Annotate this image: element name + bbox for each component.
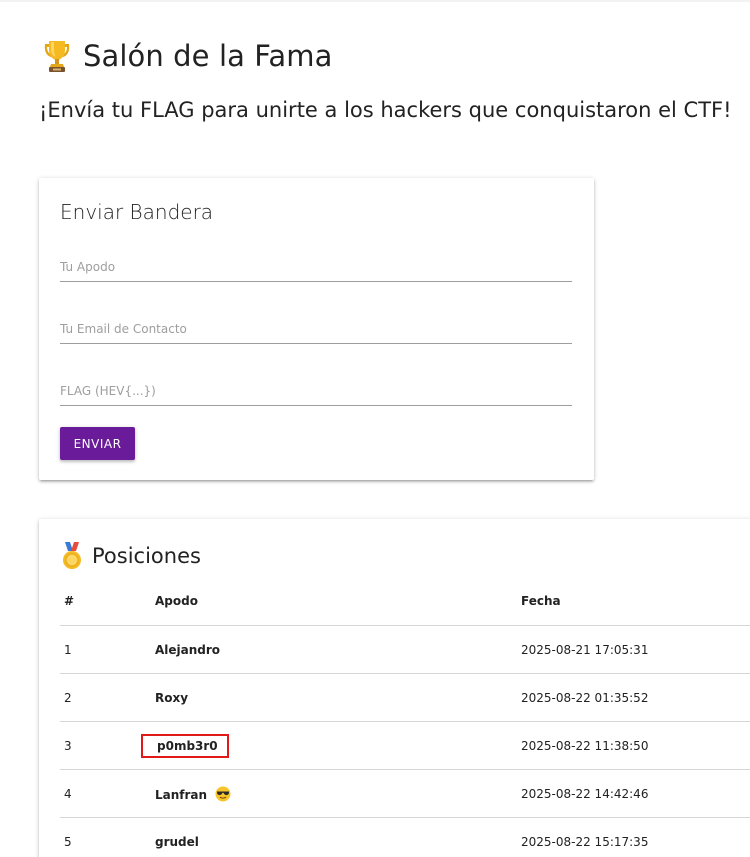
table-row: 3 p0mb3r0 2025-08-22 11:38:50 bbox=[60, 721, 750, 770]
column-header-nickname: Apodo bbox=[155, 577, 521, 626]
form-title: Enviar Bandera bbox=[60, 200, 214, 224]
rankings-title: Posiciones bbox=[92, 544, 201, 568]
sunglasses-emoji-icon bbox=[215, 786, 231, 802]
nickname-input[interactable] bbox=[60, 253, 572, 282]
row-date: 2025-08-22 15:17:35 bbox=[521, 817, 750, 857]
page-title: Salón de la Fama bbox=[83, 39, 333, 73]
table-row: 1 Alejandro 2025-08-21 17:05:31 bbox=[60, 625, 750, 674]
column-header-date: Fecha bbox=[521, 577, 750, 626]
row-date: 2025-08-21 17:05:31 bbox=[521, 625, 750, 674]
medal-icon bbox=[60, 542, 84, 570]
flag-form-card: Enviar Bandera ENVIAR bbox=[39, 178, 594, 480]
page-subtitle: ¡Envía tu FLAG para unirte a los hackers… bbox=[39, 98, 732, 122]
table-row: 5 grudel 2025-08-22 15:17:35 bbox=[60, 817, 750, 857]
row-nickname: grudel bbox=[155, 817, 521, 857]
row-position: 4 bbox=[60, 769, 155, 818]
row-nickname: Roxy bbox=[155, 673, 521, 722]
row-date: 2025-08-22 11:38:50 bbox=[521, 721, 750, 770]
row-date: 2025-08-22 14:42:46 bbox=[521, 769, 750, 818]
rankings-table: # Apodo Fecha 1 Alejandro 2025-08-21 17:… bbox=[60, 577, 750, 857]
page: Salón de la Fama ¡Envía tu FLAG para uni… bbox=[0, 0, 750, 857]
email-input[interactable] bbox=[60, 315, 572, 344]
row-position: 5 bbox=[60, 817, 155, 857]
highlighted-nickname: p0mb3r0 bbox=[141, 733, 229, 758]
trophy-icon bbox=[39, 38, 75, 74]
rankings-card: Posiciones # Apodo Fecha 1 Alejandro 202… bbox=[39, 519, 750, 857]
row-position: 2 bbox=[60, 673, 155, 722]
rankings-header: Posiciones bbox=[60, 542, 201, 570]
page-header: Salón de la Fama bbox=[39, 38, 333, 74]
submit-button[interactable]: ENVIAR bbox=[60, 427, 135, 460]
row-nickname-cell: Lanfran bbox=[155, 769, 521, 818]
row-nickname: Lanfran bbox=[155, 787, 208, 802]
table-row: 4 Lanfran 2025-08-22 14:42:46 bbox=[60, 769, 750, 818]
row-nickname-cell: p0mb3r0 bbox=[141, 721, 521, 770]
top-divider bbox=[0, 0, 750, 2]
column-header-position: # bbox=[60, 577, 155, 626]
table-header-row: # Apodo Fecha bbox=[60, 577, 750, 626]
row-date: 2025-08-22 01:35:52 bbox=[521, 673, 750, 722]
row-position: 1 bbox=[60, 625, 155, 674]
row-nickname: Alejandro bbox=[155, 625, 521, 674]
table-row: 2 Roxy 2025-08-22 01:35:52 bbox=[60, 673, 750, 722]
flag-input[interactable] bbox=[60, 377, 572, 406]
